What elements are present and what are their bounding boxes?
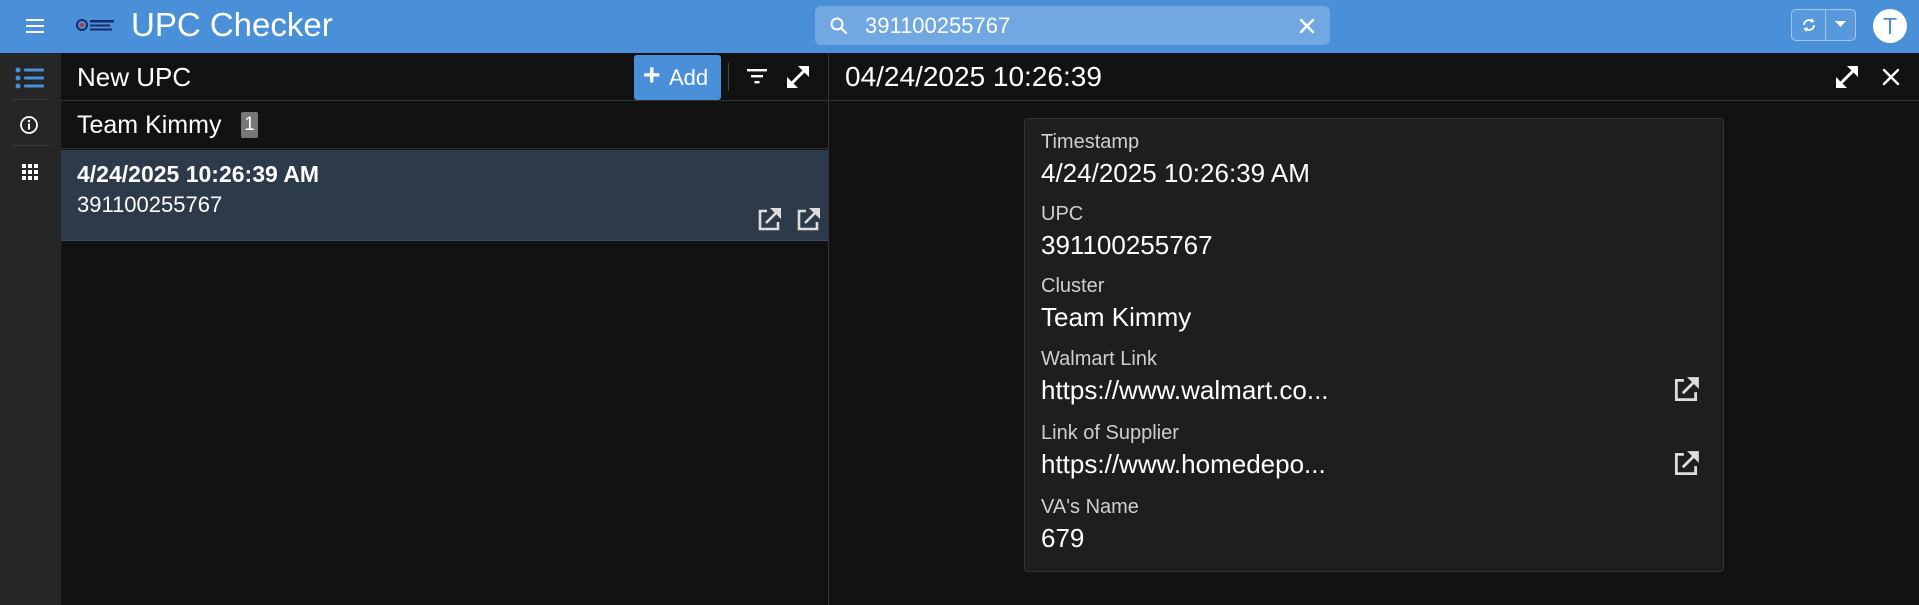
expand-icon[interactable] bbox=[1834, 64, 1860, 90]
upc-value: 391100255767 bbox=[1041, 230, 1213, 260]
timestamp-label: Timestamp bbox=[1041, 131, 1140, 153]
menu-icon[interactable] bbox=[22, 15, 48, 39]
supplier-link-value: https://www.homedepo... bbox=[1041, 449, 1326, 479]
sync-options-button[interactable] bbox=[1826, 10, 1856, 40]
open-supplier-link-icon[interactable] bbox=[1671, 449, 1701, 479]
add-button[interactable]: + Add bbox=[634, 55, 721, 100]
detail-header: 04/24/2025 10:26:39 bbox=[830, 53, 1919, 101]
sync-button-group bbox=[1791, 9, 1856, 41]
group-name: Team Kimmy bbox=[77, 111, 222, 139]
rail-item-list[interactable] bbox=[0, 56, 61, 100]
walmart-link-label: Walmart Link bbox=[1041, 348, 1157, 370]
rail-item-apps[interactable] bbox=[0, 149, 61, 193]
list-item[interactable]: 4/24/2025 10:26:39 AM 391100255767 bbox=[61, 150, 828, 241]
search-box bbox=[815, 6, 1330, 45]
detail-card: Timestamp 4/24/2025 10:26:39 AM UPC 3911… bbox=[1024, 118, 1724, 572]
list-header: New UPC + Add bbox=[61, 53, 829, 101]
group-header[interactable]: Team Kimmy 1 bbox=[61, 102, 829, 149]
rail-divider bbox=[12, 99, 49, 100]
list-icon bbox=[15, 67, 44, 89]
caret-down-icon bbox=[1835, 21, 1846, 27]
open-walmart-link-icon[interactable] bbox=[755, 206, 783, 234]
sync-button[interactable] bbox=[1792, 10, 1826, 40]
detail-title: 04/24/2025 10:26:39 bbox=[845, 61, 1102, 92]
list-item-timestamp: 4/24/2025 10:26:39 AM bbox=[77, 161, 320, 187]
add-button-label: Add bbox=[669, 65, 709, 90]
list-title: New UPC bbox=[77, 62, 192, 92]
filter-icon[interactable] bbox=[745, 66, 769, 86]
search-icon bbox=[830, 17, 848, 35]
search-input[interactable] bbox=[865, 10, 1265, 41]
upc-label: UPC bbox=[1041, 203, 1084, 225]
walmart-link-value: https://www.walmart.co... bbox=[1041, 375, 1329, 405]
list-item-upc: 391100255767 bbox=[77, 192, 223, 217]
info-icon bbox=[20, 116, 38, 134]
supplier-link-label: Link of Supplier bbox=[1041, 422, 1179, 444]
navigation-rail bbox=[0, 53, 61, 605]
plus-icon: + bbox=[643, 59, 661, 92]
header-divider bbox=[728, 63, 729, 91]
cluster-value: Team Kimmy bbox=[1041, 302, 1192, 332]
apps-grid-icon bbox=[22, 164, 38, 180]
rail-divider bbox=[12, 145, 49, 146]
top-app-bar: UPC Checker T bbox=[0, 0, 1919, 53]
timestamp-value: 4/24/2025 10:26:39 AM bbox=[1041, 158, 1310, 188]
open-supplier-link-icon[interactable] bbox=[794, 206, 822, 234]
app-logo bbox=[76, 19, 114, 31]
group-count-badge: 1 bbox=[241, 112, 258, 138]
rail-item-info[interactable] bbox=[0, 103, 61, 147]
user-avatar[interactable]: T bbox=[1873, 9, 1907, 43]
va-name-value: 679 bbox=[1041, 523, 1085, 553]
detail-panel: 04/24/2025 10:26:39 Timestamp 4/24/2025 … bbox=[830, 53, 1919, 605]
open-walmart-link-icon[interactable] bbox=[1671, 375, 1701, 405]
clear-search-icon[interactable] bbox=[1297, 16, 1317, 36]
expand-icon[interactable] bbox=[785, 64, 811, 90]
app-title: UPC Checker bbox=[131, 6, 333, 43]
list-panel: New UPC + Add Team Kimmy 1 4/24/2025 10:… bbox=[61, 53, 829, 605]
close-icon[interactable] bbox=[1881, 67, 1901, 87]
cluster-label: Cluster bbox=[1041, 275, 1105, 297]
va-name-label: VA's Name bbox=[1041, 496, 1139, 518]
sync-icon bbox=[1803, 18, 1815, 32]
